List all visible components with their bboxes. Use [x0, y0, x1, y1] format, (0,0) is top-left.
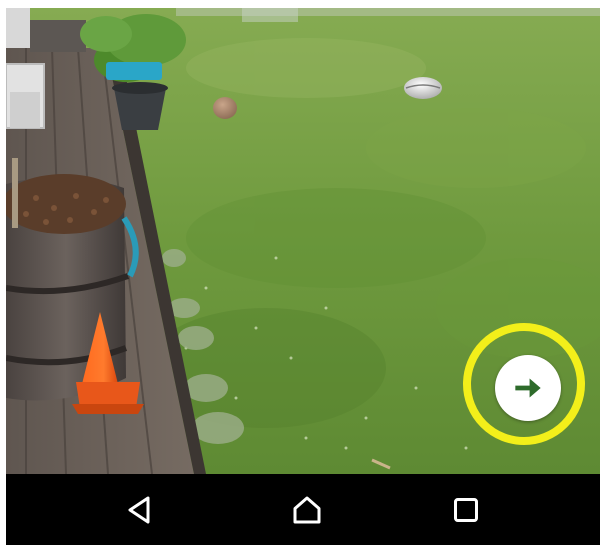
next-arrow-button[interactable]: [495, 355, 561, 421]
back-triangle-icon: [128, 496, 150, 524]
back-button[interactable]: [115, 486, 163, 534]
home-button[interactable]: [283, 486, 331, 534]
android-navigation-bar: [6, 474, 600, 545]
phone-screen: [6, 8, 600, 545]
home-icon: [293, 496, 321, 524]
arrow-right-icon: [515, 378, 541, 398]
recents-button[interactable]: [442, 486, 490, 534]
recents-square-icon: [454, 498, 478, 522]
